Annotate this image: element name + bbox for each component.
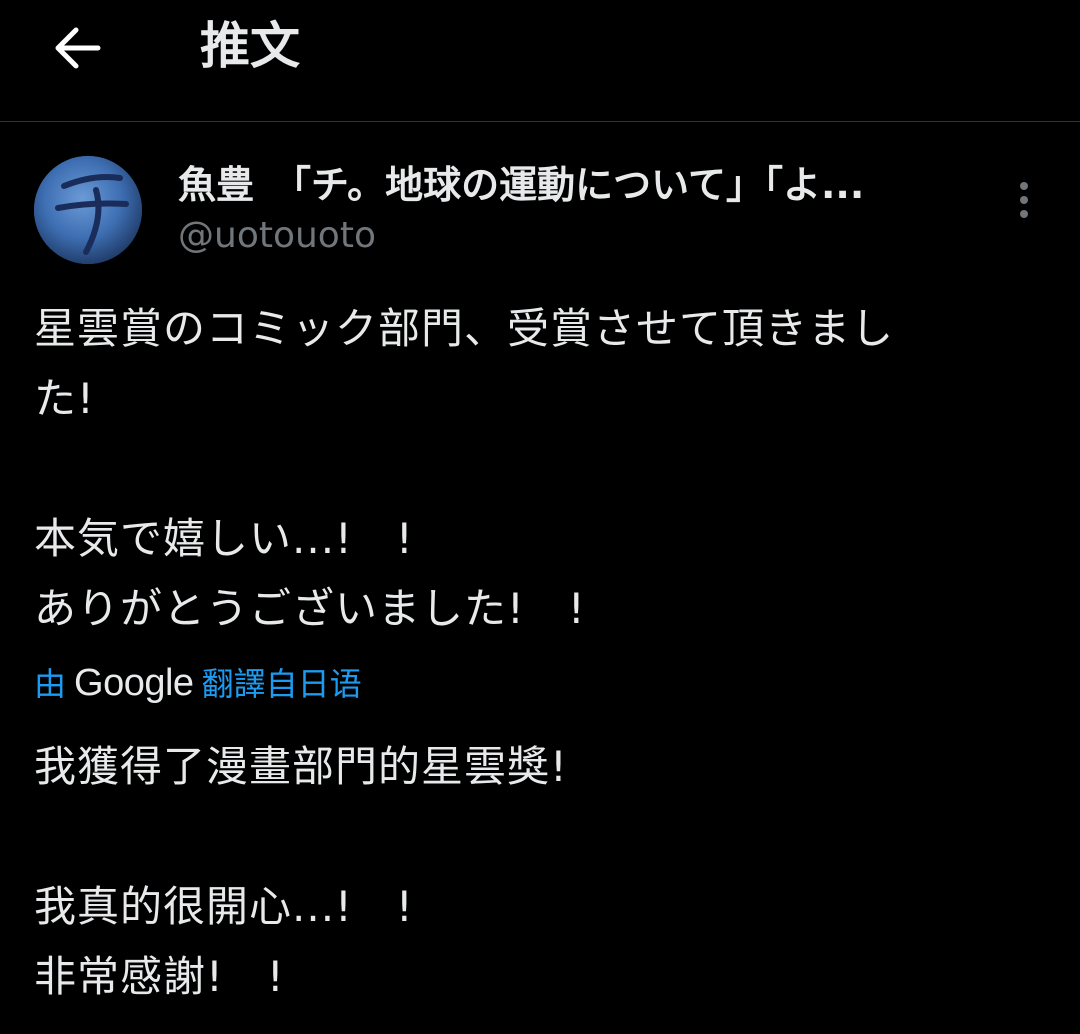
more-options-button[interactable]: [1008, 178, 1040, 222]
avatar-image: [34, 156, 142, 264]
avatar[interactable]: [34, 156, 142, 264]
text-line: 星雲賞のコミック部門、受賞させて頂きまし: [34, 304, 895, 353]
top-app-bar: 推文: [0, 0, 1080, 122]
author-name[interactable]: 魚豊 「チ。地球の運動について」「よ...: [178, 160, 968, 210]
tweet-original-text: 星雲賞のコミック部門、受賞させて頂きまし た! 本気で嬉しい...! ! ありが…: [34, 294, 1044, 644]
google-logo: Google: [74, 662, 194, 704]
text-line: た!: [34, 374, 95, 423]
tweet-detail: 魚豊 「チ。地球の運動について」「よ... @uotouoto 星雲賞のコミック…: [0, 122, 1080, 1034]
text-line: ありがとうございました! !: [34, 584, 586, 633]
translation-attribution[interactable]: 由 Google 翻譯自日语: [34, 658, 362, 708]
text-line: 我真的很開心...! !: [34, 882, 414, 931]
text-line: 本気で嬉しい...! !: [34, 514, 414, 563]
page-title: 推文: [200, 17, 300, 75]
more-vertical-icon: [1020, 182, 1028, 218]
arrow-left-icon: [55, 27, 101, 69]
author-handle[interactable]: @uotouoto: [178, 214, 376, 258]
translation-by-label: 由: [34, 665, 67, 703]
back-button[interactable]: [50, 20, 106, 76]
translation-from-label: 翻譯自日语: [201, 665, 362, 703]
text-line: 非常感謝! !: [34, 952, 285, 1001]
tweet-translated-text: 我獲得了漫畫部門的星雲獎! 我真的很開心...! ! 非常感謝! !: [34, 732, 1044, 1012]
text-line: 我獲得了漫畫部門的星雲獎!: [34, 742, 568, 791]
